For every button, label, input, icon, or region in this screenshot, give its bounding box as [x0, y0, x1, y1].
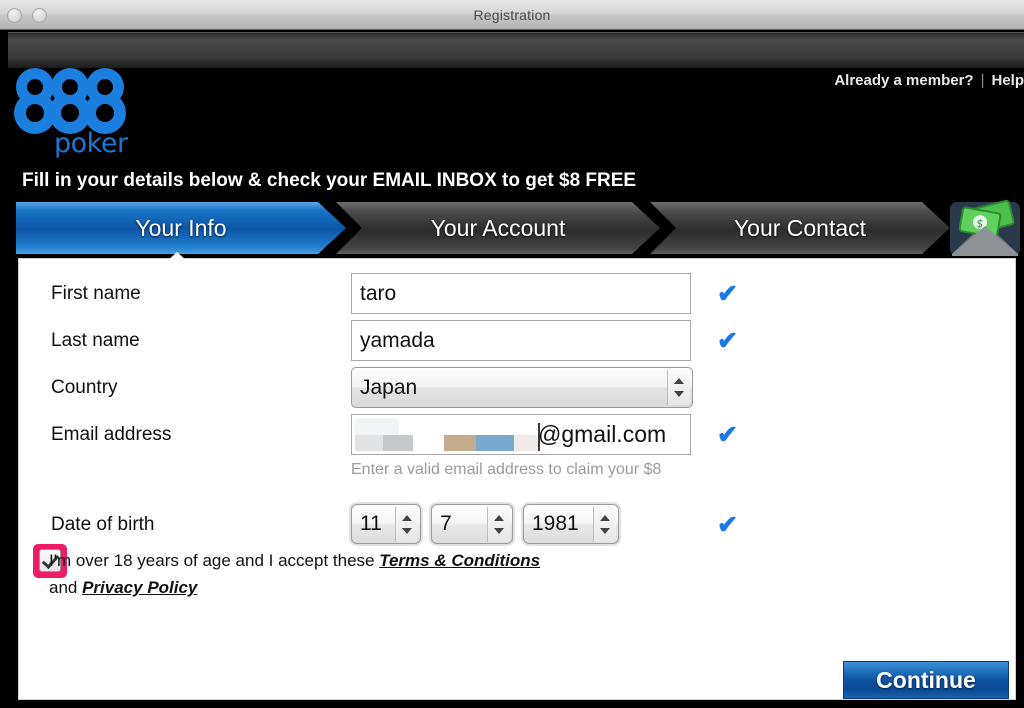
- date-of-birth-label: Date of birth: [51, 514, 155, 535]
- terms-text: I'm over 18 years of age and I accept th…: [49, 547, 749, 601]
- logo-wordmark: poker: [54, 128, 128, 159]
- privacy-policy-link[interactable]: Privacy Policy: [82, 578, 197, 597]
- 888-logo-icon: [14, 68, 126, 134]
- email-hint: Enter a valid email address to claim you…: [351, 461, 662, 478]
- redacted-block: [355, 435, 383, 451]
- country-stepper-icon[interactable]: [667, 370, 690, 405]
- terms-text-before: I'm over 18 years of age and I accept th…: [49, 551, 380, 570]
- terms-and-conditions-link[interactable]: Terms & Conditions: [379, 551, 540, 570]
- app-content: Already a member? | Help poker Fill in you…: [0, 30, 1024, 708]
- email-input[interactable]: @gmail.com: [351, 414, 691, 455]
- country-label: Country: [51, 377, 118, 398]
- email-control: @gmail.com: [351, 414, 691, 455]
- terms-text-middle: and: [49, 578, 83, 597]
- dob-month-select[interactable]: 7: [431, 504, 513, 544]
- money-envelope-icon: $: [950, 199, 1020, 256]
- dob-month-value: 7: [440, 512, 452, 535]
- help-link[interactable]: Help: [991, 72, 1024, 89]
- chevron-down-icon: [674, 391, 684, 397]
- step-tab-your-contact[interactable]: Your Contact: [650, 202, 950, 254]
- redacted-block: [476, 435, 514, 451]
- step-tab-your-info[interactable]: Your Info: [16, 202, 346, 254]
- dob-year-stepper-icon[interactable]: [593, 507, 616, 542]
- last-name-control: [351, 320, 691, 361]
- row-date-of-birth: Date of birth 11 7 1981 ✔: [19, 504, 1017, 546]
- chevron-down-icon: [600, 528, 610, 534]
- chevron-up-icon: [674, 378, 684, 384]
- link-separator: |: [980, 72, 985, 89]
- row-last-name: Last name ✔: [19, 320, 1017, 362]
- dob-month-stepper-icon[interactable]: [487, 507, 510, 542]
- country-control: Japan: [351, 367, 693, 408]
- chevron-up-icon: [402, 515, 412, 521]
- dob-day-value: 11: [360, 512, 382, 535]
- active-step-pointer: [166, 252, 188, 262]
- step-tab-your-account[interactable]: Your Account: [336, 202, 660, 254]
- row-first-name: First name ✔: [19, 273, 1017, 315]
- first-name-valid-icon: ✔: [717, 280, 738, 308]
- first-name-control: [351, 273, 691, 314]
- row-email: Email address @gmail.com ✔: [19, 414, 1017, 456]
- first-name-input[interactable]: [351, 273, 691, 314]
- email-valid-icon: ✔: [717, 421, 738, 449]
- top-links: Already a member? | Help: [834, 72, 1024, 89]
- dob-day-stepper-icon[interactable]: [395, 507, 418, 542]
- window-title: Registration: [473, 7, 551, 23]
- country-selected-value: Japan: [360, 376, 418, 399]
- redacted-block: [444, 435, 476, 451]
- registration-form-card: First name ✔ Last name ✔ Country J: [18, 258, 1016, 700]
- first-name-label: First name: [51, 283, 141, 304]
- country-select[interactable]: Japan: [351, 367, 693, 408]
- email-label: Email address: [51, 424, 172, 445]
- chevron-down-icon: [402, 528, 412, 534]
- promo-tagline: Fill in your details below & check your …: [22, 170, 637, 191]
- top-nav-strip: [8, 32, 1024, 68]
- chevron-up-icon: [600, 515, 610, 521]
- dob-year-value: 1981: [532, 512, 579, 535]
- last-name-label: Last name: [51, 330, 140, 351]
- redacted-block: [514, 435, 538, 451]
- chevron-up-icon: [494, 515, 504, 521]
- chevron-down-icon: [494, 528, 504, 534]
- brand-logo: poker: [14, 66, 134, 164]
- already-a-member-link[interactable]: Already a member?: [834, 72, 973, 89]
- last-name-valid-icon: ✔: [717, 327, 738, 355]
- email-domain-text: @gmail.com: [538, 421, 667, 447]
- row-country: Country Japan: [19, 367, 1017, 409]
- dob-year-select[interactable]: 1981: [523, 504, 619, 544]
- registration-window: Registration Already a member? | Help po…: [0, 0, 1024, 708]
- registration-steps: Your Info Your Account Your Contact: [10, 202, 1020, 258]
- continue-button[interactable]: Continue: [843, 661, 1009, 699]
- dob-day-select[interactable]: 11: [351, 504, 421, 544]
- redacted-block: [383, 435, 413, 451]
- redacted-block: [355, 418, 399, 435]
- window-titlebar: Registration: [0, 0, 1024, 30]
- dob-valid-icon: ✔: [717, 511, 738, 539]
- last-name-input[interactable]: [351, 320, 691, 361]
